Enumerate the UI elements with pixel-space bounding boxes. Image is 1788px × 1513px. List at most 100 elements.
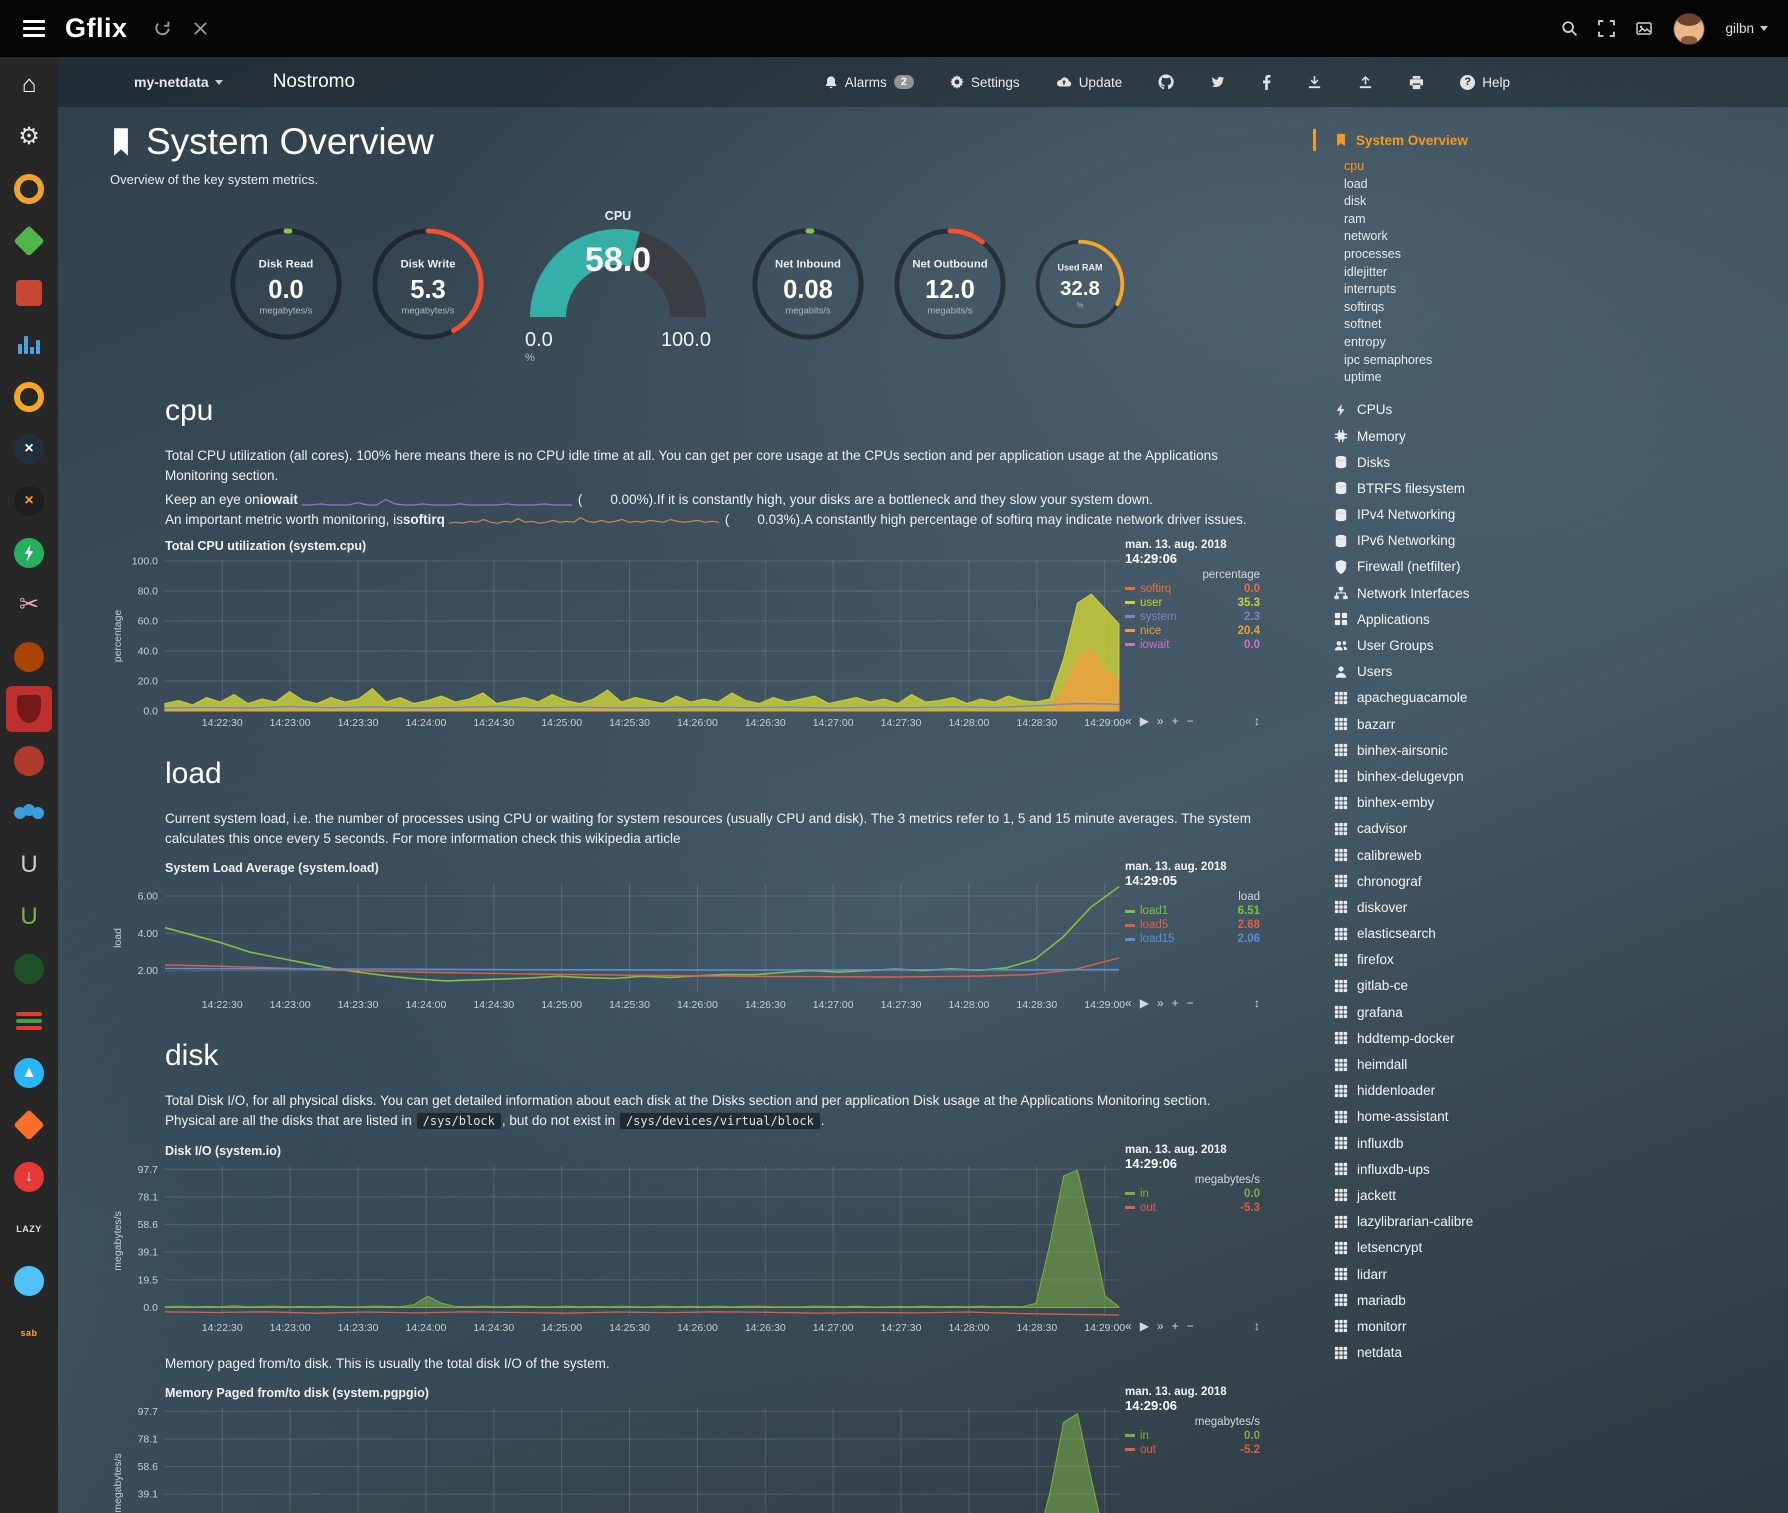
- pan-right-button[interactable]: »: [1157, 1319, 1164, 1333]
- toc-sub-load[interactable]: load: [1344, 176, 1788, 194]
- help-button[interactable]: ? Help: [1454, 74, 1516, 91]
- toc-container-home-assistant[interactable]: home-assistant: [1313, 1104, 1788, 1130]
- settings-button[interactable]: Settings: [944, 74, 1026, 91]
- sidebar-app-green-diamond[interactable]: [6, 218, 52, 264]
- legend-item-in[interactable]: in0.0: [1125, 1188, 1260, 1200]
- alarms-button[interactable]: Alarms 2: [818, 74, 920, 91]
- my-netdata-menu[interactable]: my-netdata: [128, 73, 229, 91]
- toc-sub-softirqs[interactable]: softirqs: [1344, 299, 1788, 317]
- toc-container-binhex-emby[interactable]: binhex-emby: [1313, 790, 1788, 816]
- sidebar-app-blue-bars[interactable]: [6, 322, 52, 368]
- sidebar-app-orange-fox[interactable]: [6, 1102, 52, 1148]
- toc-container-letsencrypt[interactable]: letsencrypt: [1313, 1235, 1788, 1261]
- sidebar-app-red-stack[interactable]: [6, 270, 52, 316]
- close-tab-button[interactable]: [193, 21, 208, 36]
- legend-item-softirq[interactable]: softirq0.0: [1125, 583, 1260, 595]
- sidebar-app-rust-circle[interactable]: [6, 634, 52, 680]
- user-avatar[interactable]: [1673, 13, 1705, 45]
- gauge-cpu[interactable]: CPU58.00.0100.0%: [511, 205, 725, 368]
- pan-left-button[interactable]: «: [1125, 714, 1132, 728]
- toc-sub-network[interactable]: network: [1344, 228, 1788, 246]
- sidebar-app-red-down-arrow[interactable]: ↓: [6, 1154, 52, 1200]
- hostname[interactable]: Nostromo: [273, 71, 355, 93]
- pan-right-button[interactable]: »: [1157, 714, 1164, 728]
- update-button[interactable]: Update: [1050, 74, 1129, 91]
- import-button[interactable]: [1301, 74, 1328, 91]
- toc-sub-ram[interactable]: ram: [1344, 211, 1788, 229]
- chart-canvas[interactable]: 14:22:3014:23:0014:23:3014:24:0014:24:30…: [110, 555, 1125, 731]
- toc-section-btrfs-filesystem[interactable]: BTRFS filesystem: [1313, 475, 1788, 501]
- toc-sub-cpu[interactable]: cpu: [1344, 158, 1788, 176]
- toc-container-apacheguacamole[interactable]: apacheguacamole: [1313, 685, 1788, 711]
- print-button[interactable]: [1403, 74, 1430, 91]
- refresh-button[interactable]: [154, 20, 171, 37]
- pan-right-button[interactable]: »: [1157, 996, 1164, 1010]
- sidebar-app-green-u[interactable]: U: [6, 894, 52, 940]
- legend-item-in[interactable]: in0.0: [1125, 1430, 1260, 1442]
- fullscreen-button[interactable]: [1598, 20, 1615, 37]
- sidebar-app-orange-ring[interactable]: [6, 166, 52, 212]
- toc-container-diskover[interactable]: diskover: [1313, 894, 1788, 920]
- toc-sub-ipc-semaphores[interactable]: ipc semaphores: [1344, 352, 1788, 370]
- toc-section-cpus[interactable]: CPUs: [1313, 397, 1788, 423]
- user-menu[interactable]: gilbn: [1725, 21, 1768, 36]
- sidebar-app-blue-arrow-tile[interactable]: ▲: [6, 1050, 52, 1096]
- toc-section-ipv6-networking[interactable]: IPv6 Networking: [1313, 528, 1788, 554]
- toc-sub-disk[interactable]: disk: [1344, 193, 1788, 211]
- toc-container-chronograf[interactable]: chronograf: [1313, 868, 1788, 894]
- sidebar-app-amber-ring[interactable]: [6, 374, 52, 420]
- sidebar-app-red-shield[interactable]: [6, 686, 52, 732]
- chart-canvas[interactable]: 14:22:3014:23:0014:23:3014:24:0014:24:30…: [110, 1160, 1125, 1336]
- sidebar-app-water-drop[interactable]: [6, 1258, 52, 1304]
- play-button[interactable]: ▶: [1140, 714, 1149, 728]
- sidebar-app-blue-dots[interactable]: [6, 790, 52, 836]
- play-button[interactable]: ▶: [1140, 996, 1149, 1010]
- toc-sub-uptime[interactable]: uptime: [1344, 369, 1788, 387]
- chart-canvas[interactable]: 14:22:3014:23:0014:23:3014:24:0014:24:30…: [110, 877, 1125, 1013]
- search-button[interactable]: [1561, 20, 1578, 37]
- sidebar-app-orange-x[interactable]: ×: [6, 478, 52, 524]
- zoom-out-button[interactable]: −: [1187, 996, 1194, 1010]
- toc-container-gitlab-ce[interactable]: gitlab-ce: [1313, 973, 1788, 999]
- sidebar-app-dark-x[interactable]: ×: [6, 426, 52, 472]
- toc-sub-entropy[interactable]: entropy: [1344, 334, 1788, 352]
- legend-item-out[interactable]: out-5.2: [1125, 1444, 1260, 1456]
- legend-item-out[interactable]: out-5.3: [1125, 1202, 1260, 1214]
- toc-container-grafana[interactable]: grafana: [1313, 999, 1788, 1025]
- gauge-disk-read[interactable]: Disk Read0.0megabytes/s: [227, 225, 345, 348]
- play-button[interactable]: ▶: [1140, 1319, 1149, 1333]
- toc-section-disks[interactable]: Disks: [1313, 449, 1788, 475]
- pan-left-button[interactable]: «: [1125, 996, 1132, 1010]
- export-button[interactable]: [1352, 74, 1379, 91]
- toc-section-applications[interactable]: Applications: [1313, 606, 1788, 632]
- toc-container-hddtemp-docker[interactable]: hddtemp-docker: [1313, 1025, 1788, 1051]
- toc-container-influxdb[interactable]: influxdb: [1313, 1130, 1788, 1156]
- zoom-in-button[interactable]: +: [1172, 714, 1179, 728]
- gauge-used-ram[interactable]: Used RAM32.8%: [1033, 237, 1127, 336]
- facebook-button[interactable]: [1256, 73, 1277, 91]
- toc-container-mariadb[interactable]: mariadb: [1313, 1287, 1788, 1313]
- toc-container-netdata[interactable]: netdata: [1313, 1339, 1788, 1365]
- zoom-in-button[interactable]: +: [1172, 1319, 1179, 1333]
- sidebar-app-red-green-lines[interactable]: [6, 998, 52, 1044]
- gauge-net-outbound[interactable]: Net Outbound12.0megabits/s: [891, 225, 1009, 348]
- gauge-disk-write[interactable]: Disk Write5.3megabytes/s: [369, 225, 487, 348]
- toc-container-binhex-delugevpn[interactable]: binhex-delugevpn: [1313, 763, 1788, 789]
- legend-item-user[interactable]: user35.3: [1125, 597, 1260, 609]
- sidebar-app-green-bolt[interactable]: [6, 530, 52, 576]
- resize-handle[interactable]: ↕: [1254, 1319, 1260, 1333]
- toc-system-overview[interactable]: System Overview: [1313, 129, 1788, 151]
- toc-container-elasticsearch[interactable]: elasticsearch: [1313, 920, 1788, 946]
- twitter-button[interactable]: [1204, 74, 1232, 90]
- toc-section-memory[interactable]: Memory: [1313, 423, 1788, 449]
- toc-container-bazarr[interactable]: bazarr: [1313, 711, 1788, 737]
- toc-container-jackett[interactable]: jackett: [1313, 1182, 1788, 1208]
- legend-item-load15[interactable]: load152.06: [1125, 933, 1260, 945]
- gauge-net-inbound[interactable]: Net Inbound0.08megabits/s: [749, 225, 867, 348]
- toc-container-influxdb-ups[interactable]: influxdb-ups: [1313, 1156, 1788, 1182]
- zoom-out-button[interactable]: −: [1187, 1319, 1194, 1333]
- toc-container-firefox[interactable]: firefox: [1313, 947, 1788, 973]
- pan-left-button[interactable]: «: [1125, 1319, 1132, 1333]
- toc-section-network-interfaces[interactable]: Network Interfaces: [1313, 580, 1788, 606]
- sidebar-app-gear[interactable]: ⚙: [6, 114, 52, 160]
